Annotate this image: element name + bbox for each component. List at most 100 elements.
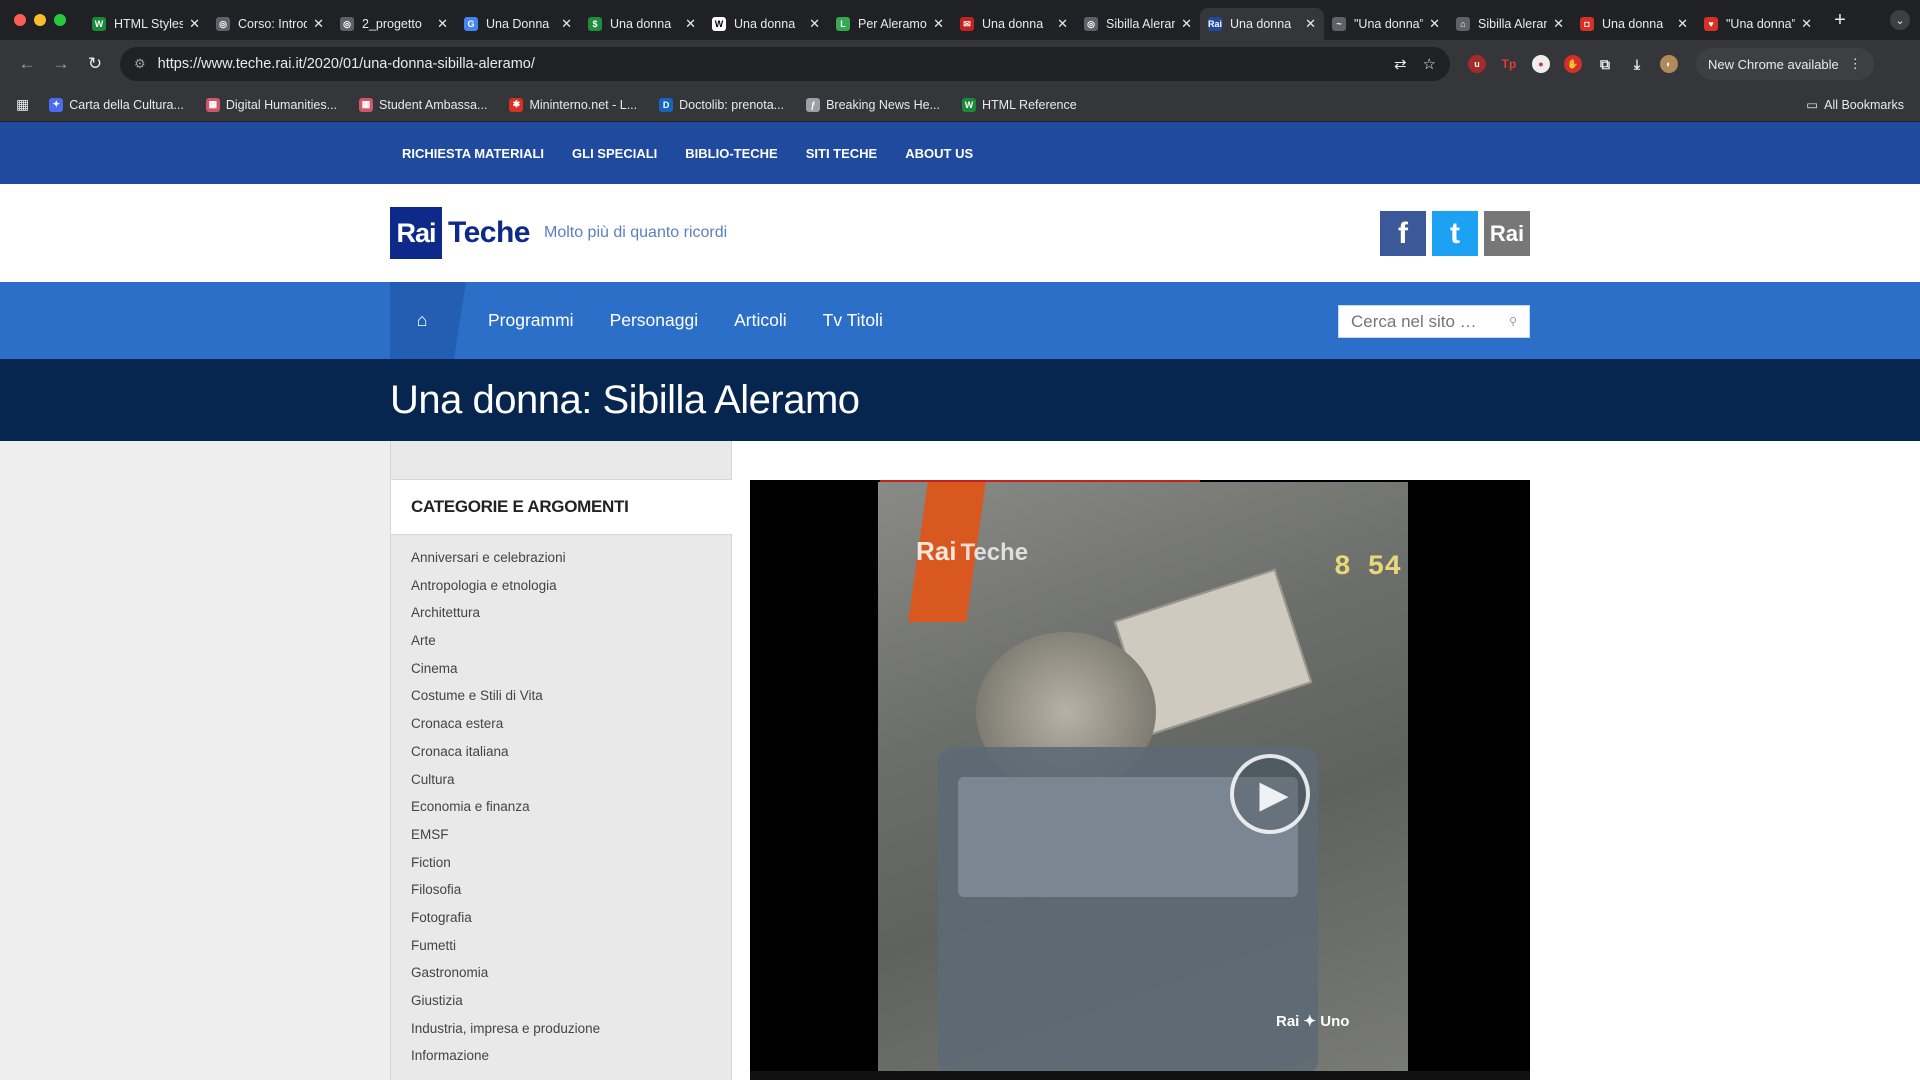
category-link[interactable]: Cultura xyxy=(411,770,600,798)
topnav-link[interactable]: ABOUT US xyxy=(905,146,973,161)
category-link[interactable]: Anniversari e celebrazioni xyxy=(411,548,600,576)
browser-tab[interactable]: ◎ 2_progetto ✕ xyxy=(332,8,456,40)
bookmark-item[interactable]: ▦ Digital Humanities... xyxy=(205,97,337,112)
new-tab-button[interactable]: + xyxy=(1828,9,1852,32)
tab-close-icon[interactable]: ✕ xyxy=(1305,16,1316,32)
maximize-window-button[interactable] xyxy=(54,14,66,26)
browser-tab[interactable]: ◎ Corso: Introduzione ✕ xyxy=(208,8,332,40)
tab-search-chevron-icon[interactable]: ⌄ xyxy=(1890,10,1910,30)
close-window-button[interactable] xyxy=(14,14,26,26)
category-link[interactable]: Cinema xyxy=(411,659,600,687)
browser-tab[interactable]: Rai Una donna ✕ xyxy=(1200,8,1324,40)
main-menu: Programmi Personaggi Articoli Tv Titoli xyxy=(488,282,919,359)
home-icon[interactable]: ⌂ xyxy=(390,282,466,359)
tab-close-icon[interactable]: ✕ xyxy=(437,16,448,32)
extension-hand-icon[interactable]: ✋ xyxy=(1564,55,1582,73)
all-bookmarks-button[interactable]: ▭ All Bookmarks xyxy=(1806,97,1904,113)
main-menu-item[interactable]: Programmi xyxy=(488,310,574,331)
extensions-puzzle-icon[interactable]: ⧉ xyxy=(1596,55,1614,73)
tab-close-icon[interactable]: ✕ xyxy=(1801,16,1812,32)
main-menu-item[interactable]: Articoli xyxy=(734,310,787,331)
tab-close-icon[interactable]: ✕ xyxy=(1057,16,1068,32)
search-input[interactable] xyxy=(1351,311,1501,332)
url-text[interactable]: https://www.teche.rai.it/2020/01/una-don… xyxy=(158,56,1378,72)
address-bar[interactable]: ⚙ https://www.teche.rai.it/2020/01/una-d… xyxy=(120,47,1450,81)
twitter-icon[interactable]: t xyxy=(1432,211,1478,256)
rai-icon[interactable]: Rai xyxy=(1484,211,1530,256)
browser-tab[interactable]: W Una donna ✕ xyxy=(704,8,828,40)
browser-tab[interactable]: ◘ Una donna ✕ xyxy=(1572,8,1696,40)
tab-close-icon[interactable]: ✕ xyxy=(1677,16,1688,32)
video-frame[interactable]: Rai Teche 8 54 Rai ✦ Uno ▶ xyxy=(878,482,1408,1080)
category-link[interactable]: Informazione xyxy=(411,1046,600,1074)
tab-close-icon[interactable]: ✕ xyxy=(1429,16,1440,32)
tab-close-icon[interactable]: ✕ xyxy=(189,16,200,32)
back-arrow-icon[interactable]: ← xyxy=(10,54,44,74)
player-controls[interactable] xyxy=(750,1071,1530,1080)
category-link[interactable]: Economia e finanza xyxy=(411,797,600,825)
browser-tab[interactable]: ◎ Sibilla Aleramo ✕ xyxy=(1076,8,1200,40)
browser-tab[interactable]: L Per Aleramo ✕ xyxy=(828,8,952,40)
category-link[interactable]: Gastronomia xyxy=(411,963,600,991)
category-link[interactable]: Arte xyxy=(411,631,600,659)
tab-close-icon[interactable]: ✕ xyxy=(809,16,820,32)
play-icon[interactable]: ▶ xyxy=(1230,754,1310,834)
bookmark-item[interactable]: ▦ Student Ambassa... xyxy=(359,97,487,112)
tab-close-icon[interactable]: ✕ xyxy=(1181,16,1192,32)
topnav-link[interactable]: RICHIESTA MATERIALI xyxy=(402,146,544,161)
category-link[interactable]: Fumetti xyxy=(411,936,600,964)
forward-arrow-icon[interactable]: → xyxy=(44,54,78,74)
bookmark-star-icon[interactable]: ☆ xyxy=(1423,55,1436,73)
tab-close-icon[interactable]: ✕ xyxy=(313,16,324,32)
new-chrome-available-button[interactable]: New Chrome available ⋮ xyxy=(1696,48,1874,80)
bookmark-item[interactable]: ✱ Mininterno.net - L... xyxy=(509,97,637,112)
category-link[interactable]: Fiction xyxy=(411,853,600,881)
category-link[interactable]: Costume e Stili di Vita xyxy=(411,686,600,714)
category-link[interactable]: Antropologia e etnologia xyxy=(411,576,600,604)
bookmark-item[interactable]: ✦ Carta della Cultura... xyxy=(49,97,184,112)
site-search[interactable]: ⚲ xyxy=(1338,305,1530,338)
profile-avatar[interactable]: ◐ xyxy=(1660,55,1678,73)
browser-tab[interactable]: G Una Donna ✕ xyxy=(456,8,580,40)
category-link[interactable]: Cronaca italiana xyxy=(411,742,600,770)
rai-teche-logo[interactable]: Rai Teche Molto più di quanto ricordi xyxy=(390,207,727,259)
reload-icon[interactable]: ↻ xyxy=(78,54,112,74)
browser-tab[interactable]: W HTML Styles ✕ xyxy=(84,8,208,40)
browser-tab[interactable]: ♥ "Una donna" ✕ xyxy=(1696,8,1820,40)
category-link[interactable]: Filosofia xyxy=(411,880,600,908)
tab-close-icon[interactable]: ✕ xyxy=(933,16,944,32)
download-icon[interactable]: ⤓ xyxy=(1628,55,1646,73)
browser-tab[interactable]: ⌂ Sibilla Aleramo ✕ xyxy=(1448,8,1572,40)
topnav-link[interactable]: GLI SPECIALI xyxy=(572,146,657,161)
extension-tp-icon[interactable]: Tp xyxy=(1500,55,1518,73)
bookmark-item[interactable]: W HTML Reference xyxy=(962,97,1077,112)
category-link[interactable]: Fotografia xyxy=(411,908,600,936)
facebook-icon[interactable]: f xyxy=(1380,211,1426,256)
bookmark-item[interactable]: D Doctolib: prenota... xyxy=(659,97,784,112)
browser-tab[interactable]: $ Una donna ✕ xyxy=(580,8,704,40)
main-menu-item[interactable]: Personaggi xyxy=(610,310,699,331)
minimize-window-button[interactable] xyxy=(34,14,46,26)
translate-icon[interactable]: ⇄ xyxy=(1394,55,1407,73)
category-link[interactable]: Cronaca estera xyxy=(411,714,600,742)
apps-grid-icon[interactable]: ▦ xyxy=(16,96,29,113)
extension-record-icon[interactable]: ● xyxy=(1532,55,1550,73)
site-info-icon[interactable]: ⚙ xyxy=(134,56,146,72)
browser-tab[interactable]: ✉ Una donna ✕ xyxy=(952,8,1076,40)
tab-close-icon[interactable]: ✕ xyxy=(1553,16,1564,32)
category-link[interactable]: Industria, impresa e produzione xyxy=(411,1019,600,1047)
main-menu-item[interactable]: Tv Titoli xyxy=(823,310,883,331)
video-player[interactable]: Rai Teche 8 54 Rai ✦ Uno ▶ xyxy=(750,480,1530,1080)
extension-badge-icon[interactable]: u xyxy=(1468,55,1486,73)
tab-close-icon[interactable]: ✕ xyxy=(685,16,696,32)
more-menu-icon[interactable]: ⋮ xyxy=(1849,56,1862,72)
search-icon[interactable]: ⚲ xyxy=(1509,315,1517,328)
topnav-link[interactable]: SITI TECHE xyxy=(806,146,878,161)
category-link[interactable]: Architettura xyxy=(411,603,600,631)
category-link[interactable]: EMSF xyxy=(411,825,600,853)
category-link[interactable]: Giustizia xyxy=(411,991,600,1019)
tab-close-icon[interactable]: ✕ xyxy=(561,16,572,32)
topnav-link[interactable]: BIBLIO-TECHE xyxy=(685,146,777,161)
browser-tab[interactable]: ~ "Una donna" ✕ xyxy=(1324,8,1448,40)
bookmark-item[interactable]: ƒ Breaking News He... xyxy=(806,97,940,112)
